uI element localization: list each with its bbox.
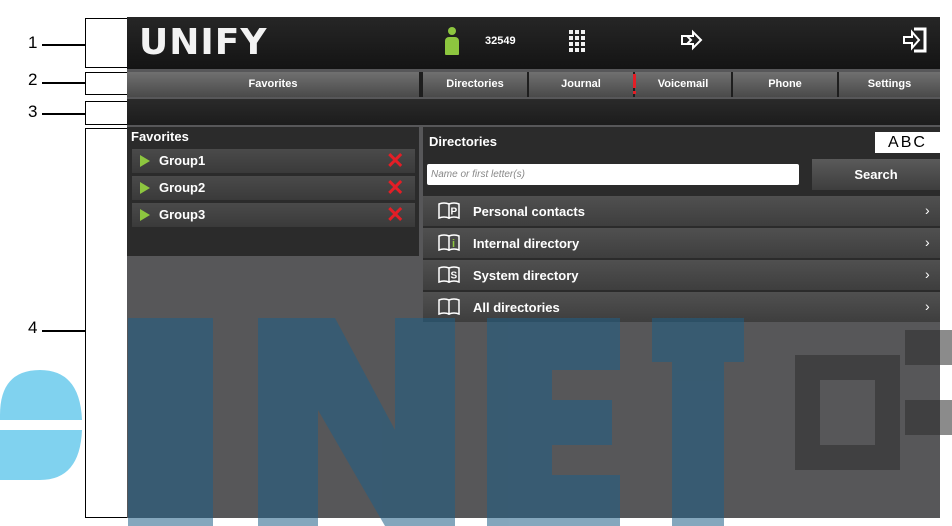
callout-2: 2 xyxy=(28,70,38,89)
callout-3-line xyxy=(42,113,85,115)
callout-4-brace xyxy=(85,128,127,518)
directories-panel: Directories ABC Search P Personal contac… xyxy=(423,127,940,322)
directory-item-all-directories[interactable]: All directories › xyxy=(423,292,940,322)
chevron-right-icon: › xyxy=(925,266,930,282)
book-icon: S xyxy=(438,266,460,283)
play-icon[interactable] xyxy=(140,155,150,167)
callout-1-line xyxy=(42,44,85,46)
unify-logo: UNIFY xyxy=(139,22,268,63)
delete-icon[interactable]: ✕ xyxy=(386,149,404,173)
logout-icon[interactable] xyxy=(902,25,928,55)
top-bar: UNIFY 32549 xyxy=(127,17,940,69)
directory-item-system-directory[interactable]: S System directory › xyxy=(423,260,940,290)
keypad-icon[interactable] xyxy=(569,30,585,52)
tab-phone[interactable]: Phone xyxy=(733,72,837,97)
tab-bar: Favorites Directories Journal Voicemail … xyxy=(127,72,940,97)
play-icon[interactable] xyxy=(140,209,150,221)
sub-toolbar xyxy=(127,99,940,125)
play-icon[interactable] xyxy=(140,182,150,194)
chevron-right-icon: › xyxy=(925,298,930,314)
favorites-panel: Favorites Group1 ✕ Group2 ✕ Group3 ✕ xyxy=(127,127,419,256)
search-input[interactable] xyxy=(427,164,799,185)
svg-text:S: S xyxy=(451,271,458,282)
search-button[interactable]: Search xyxy=(812,159,940,190)
favorite-group-label: Group1 xyxy=(159,153,206,168)
callout-2-line xyxy=(42,82,85,84)
alert-icon xyxy=(633,74,637,96)
callout-1-brace xyxy=(85,18,127,68)
phone-ui-screen: UNIFY 32549 Favorites Directories Journa… xyxy=(127,17,940,518)
tab-settings[interactable]: Settings xyxy=(839,72,940,97)
callout-1: 1 xyxy=(28,33,38,52)
favorite-group-row[interactable]: Group2 ✕ xyxy=(132,176,415,200)
book-icon xyxy=(438,298,460,315)
directory-item-personal-contacts[interactable]: P Personal contacts › xyxy=(423,196,940,226)
transfer-icon[interactable] xyxy=(679,29,705,57)
delete-icon[interactable]: ✕ xyxy=(386,176,404,200)
favorite-group-label: Group2 xyxy=(159,180,206,195)
callout-3-brace xyxy=(85,101,127,125)
chevron-right-icon: › xyxy=(925,234,930,250)
tab-journal[interactable]: Journal xyxy=(529,72,633,97)
abc-button[interactable]: ABC xyxy=(875,132,940,153)
favorite-group-label: Group3 xyxy=(159,207,206,222)
delete-icon[interactable]: ✕ xyxy=(386,203,404,227)
directory-item-label: All directories xyxy=(473,300,560,315)
book-icon: P xyxy=(438,202,460,219)
callout-2-brace xyxy=(85,72,127,95)
tab-voicemail[interactable]: Voicemail xyxy=(635,72,731,97)
favorites-title: Favorites xyxy=(131,129,189,144)
favorite-group-row[interactable]: Group1 ✕ xyxy=(132,149,415,173)
tab-favorites[interactable]: Favorites xyxy=(127,72,419,97)
callout-4-line xyxy=(42,330,85,332)
user-icon[interactable] xyxy=(445,27,459,57)
svg-text:P: P xyxy=(451,207,458,218)
directory-item-label: System directory xyxy=(473,268,579,283)
chevron-right-icon: › xyxy=(925,202,930,218)
callout-3: 3 xyxy=(28,102,38,121)
directory-item-label: Personal contacts xyxy=(473,204,585,219)
tab-directories[interactable]: Directories xyxy=(423,72,527,97)
directory-item-internal-directory[interactable]: i Internal directory › xyxy=(423,228,940,258)
svg-text:i: i xyxy=(452,238,455,250)
favorite-group-row[interactable]: Group3 ✕ xyxy=(132,203,415,227)
book-icon: i xyxy=(438,234,460,251)
callout-4: 4 xyxy=(28,318,38,337)
directory-item-label: Internal directory xyxy=(473,236,580,251)
directories-title: Directories xyxy=(429,134,497,149)
extension-number: 32549 xyxy=(485,35,516,47)
